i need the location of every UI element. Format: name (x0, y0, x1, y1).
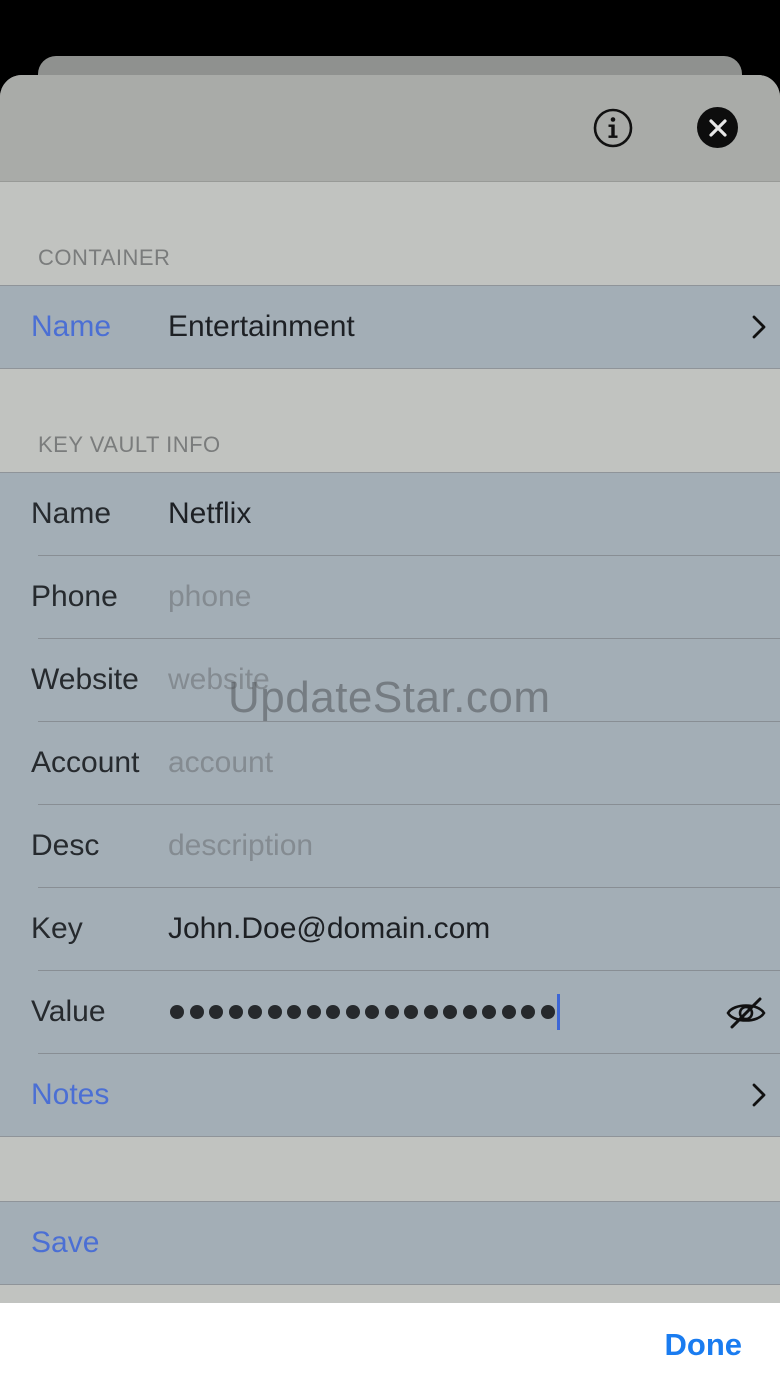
website-row[interactable]: Website website (0, 638, 780, 721)
masked-character (365, 1005, 379, 1019)
key-field[interactable]: John.Doe@domain.com (168, 912, 490, 946)
phone-label: Phone (31, 580, 118, 613)
masked-character (170, 1005, 184, 1019)
name-field[interactable]: Netflix (168, 497, 251, 531)
masked-character (540, 1005, 555, 1019)
notes-label: Notes (31, 1078, 110, 1111)
key-vault-group: Name Netflix Phone phone Website website… (0, 472, 780, 1137)
account-row[interactable]: Account account (0, 721, 780, 804)
masked-character (521, 1005, 535, 1019)
masked-character (443, 1005, 457, 1019)
keyboard-toolbar: Done (0, 1303, 780, 1387)
masked-character (287, 1005, 301, 1019)
masked-character (384, 1005, 399, 1019)
value-secure-field[interactable] (170, 994, 560, 1030)
close-icon (708, 118, 727, 137)
container-name-label: Name (31, 310, 112, 343)
key-label: Key (31, 912, 83, 945)
modal-sheet: CONTAINER Name Entertainment KEY VAULT I… (0, 75, 780, 1387)
name-label: Name (31, 497, 112, 530)
phone-row[interactable]: Phone phone (0, 555, 780, 638)
text-caret (557, 994, 560, 1030)
desc-field[interactable]: description (168, 829, 313, 863)
value-label: Value (31, 995, 106, 1028)
account-label: Account (31, 746, 140, 779)
masked-character (306, 1005, 321, 1019)
save-label: Save (31, 1226, 100, 1259)
info-circle-icon (593, 108, 633, 148)
masked-character (482, 1005, 496, 1019)
masked-character (462, 1005, 477, 1019)
masked-character (248, 1005, 262, 1019)
website-label: Website (31, 663, 139, 696)
masked-character (345, 1005, 360, 1019)
desc-row[interactable]: Desc description (0, 804, 780, 887)
chevron-right-icon (752, 1083, 766, 1107)
masked-character (326, 1005, 340, 1019)
nav-bar (0, 75, 780, 182)
masked-character (228, 1005, 243, 1019)
value-row[interactable]: Value (0, 970, 780, 1053)
name-row[interactable]: Name Netflix (0, 473, 780, 555)
masked-character (189, 1005, 204, 1019)
container-name-value: Entertainment (168, 310, 355, 343)
container-name-row[interactable]: Name Entertainment (0, 286, 780, 368)
close-button[interactable] (697, 107, 738, 148)
save-group: Save (0, 1201, 780, 1285)
website-field[interactable]: website (168, 663, 270, 697)
eye-slash-icon[interactable] (724, 993, 768, 1033)
key-row[interactable]: Key John.Doe@domain.com (0, 887, 780, 970)
notes-row[interactable]: Notes (0, 1053, 780, 1136)
info-button[interactable] (593, 108, 633, 148)
masked-character (404, 1005, 418, 1019)
phone-field[interactable]: phone (168, 580, 251, 614)
masked-character (209, 1005, 223, 1019)
masked-character (501, 1005, 516, 1019)
save-button[interactable]: Save (0, 1202, 780, 1284)
key-vault-section-header: KEY VAULT INFO (38, 432, 221, 457)
masked-character (267, 1005, 282, 1019)
chevron-right-icon (752, 315, 766, 339)
screen: CONTAINER Name Entertainment KEY VAULT I… (0, 0, 780, 1387)
account-field[interactable]: account (168, 746, 273, 780)
masked-character (423, 1005, 438, 1019)
desc-label: Desc (31, 829, 100, 862)
done-button[interactable]: Done (665, 1327, 743, 1363)
container-group: Name Entertainment (0, 285, 780, 369)
container-section-header: CONTAINER (38, 245, 171, 270)
